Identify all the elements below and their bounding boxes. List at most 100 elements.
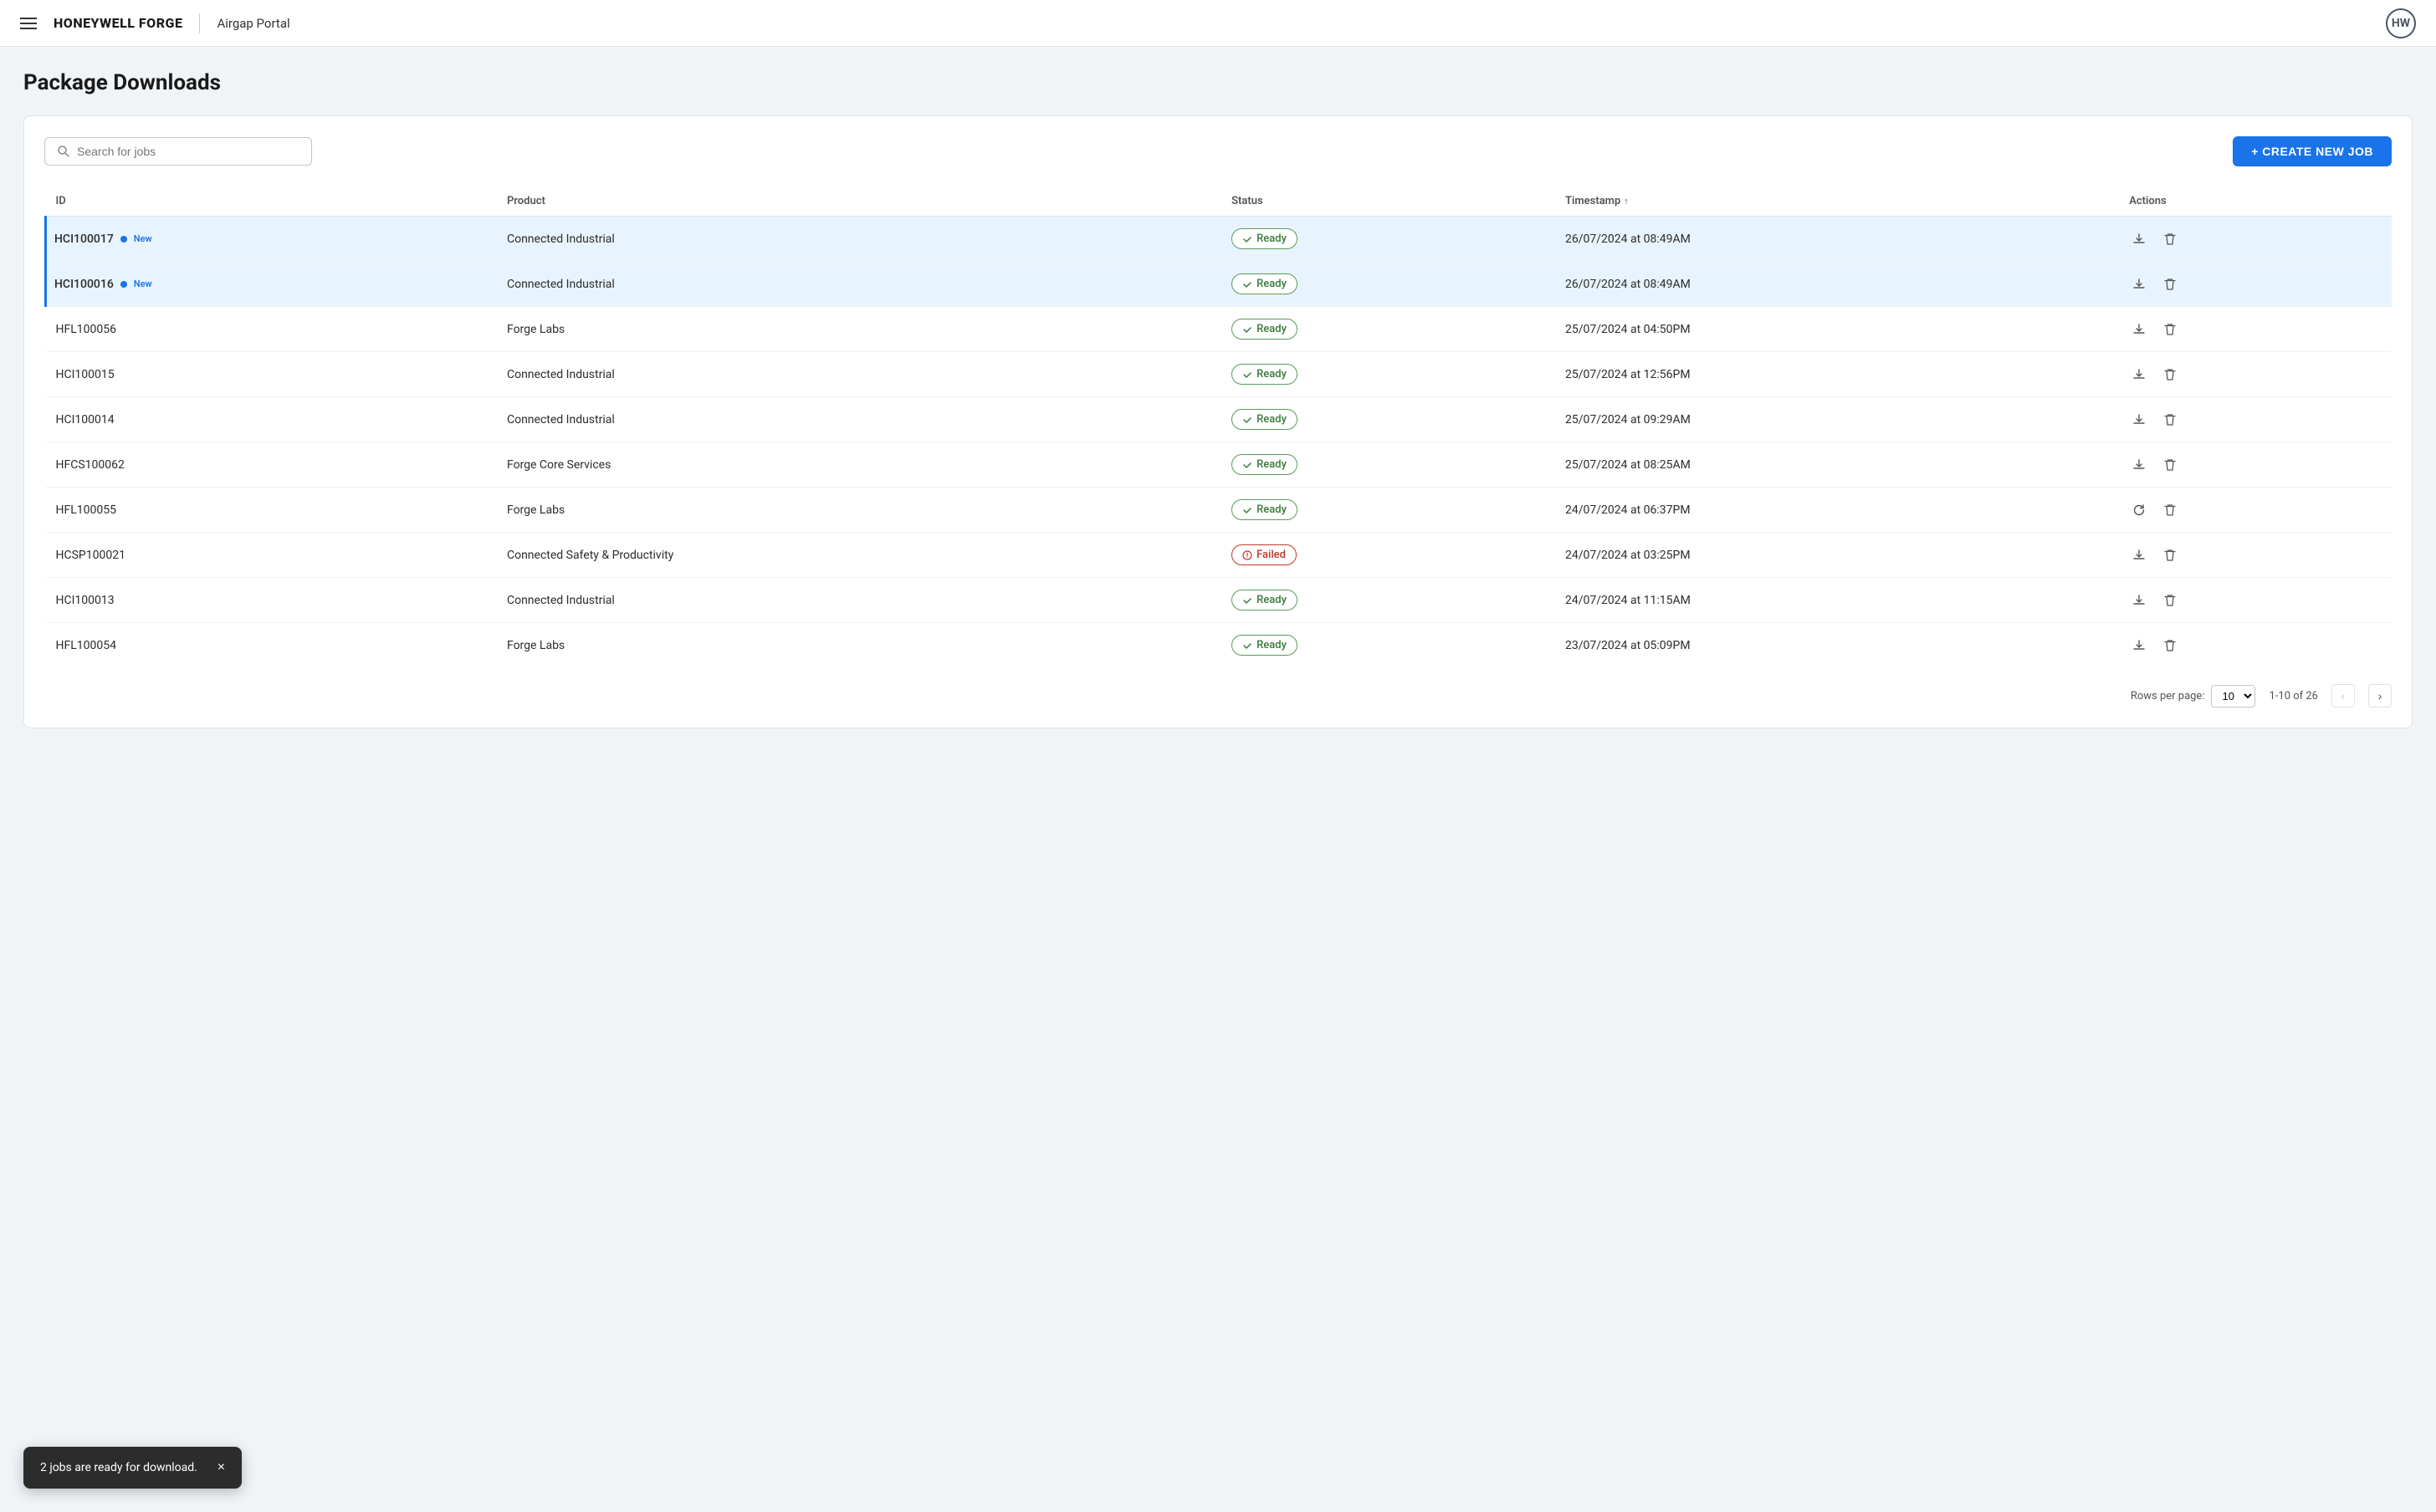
- id-value: HCI100015: [56, 368, 115, 381]
- download-icon: [2132, 549, 2146, 562]
- cell-timestamp: 25/07/2024 at 09:29AM: [1555, 397, 2119, 442]
- download-button[interactable]: [2129, 229, 2149, 249]
- delete-button[interactable]: [2161, 636, 2179, 656]
- id-value: HCI100016: [54, 278, 114, 291]
- download-icon: [2132, 594, 2146, 607]
- actions-container: [2129, 590, 2382, 610]
- cell-id: HFL100056: [46, 307, 497, 352]
- delete-button[interactable]: [2161, 365, 2179, 385]
- search-icon: [57, 145, 70, 158]
- download-icon: [2132, 368, 2146, 381]
- rows-per-page-select[interactable]: 10 25 50: [2211, 685, 2255, 707]
- table-row: HFL100056Forge LabsReady25/07/2024 at 04…: [46, 307, 2392, 352]
- check-icon: [1242, 595, 1252, 605]
- status-text: Ready: [1256, 413, 1287, 426]
- refresh-button[interactable]: [2129, 500, 2149, 520]
- download-icon: [2132, 639, 2146, 652]
- actions-container: [2129, 229, 2382, 249]
- cell-timestamp: 24/07/2024 at 06:37PM: [1555, 488, 2119, 533]
- brand-logo: HONEYWELL FORGE: [54, 15, 182, 31]
- col-status: Status: [1221, 186, 1555, 217]
- cell-id: HCI100016New: [46, 262, 497, 307]
- main-card: + CREATE NEW JOB ID Product Status Times…: [23, 115, 2413, 728]
- download-button[interactable]: [2129, 455, 2149, 475]
- status-badge: Ready: [1231, 454, 1297, 475]
- next-page-button[interactable]: ›: [2368, 684, 2392, 707]
- id-value: HCSP100021: [56, 549, 125, 562]
- toolbar: + CREATE NEW JOB: [44, 136, 2392, 166]
- delete-button[interactable]: [2161, 410, 2179, 430]
- status-badge: Ready: [1231, 319, 1297, 340]
- status-text: Ready: [1256, 594, 1287, 606]
- download-button[interactable]: [2129, 274, 2149, 294]
- rows-per-page-control: Rows per page: 10 25 50: [2131, 685, 2256, 707]
- actions-container: [2129, 410, 2382, 430]
- table-header-row: ID Product Status Timestamp ↑ Actions: [46, 186, 2392, 217]
- actions-container: [2129, 455, 2382, 475]
- search-input[interactable]: [77, 145, 299, 158]
- check-icon: [1242, 641, 1252, 651]
- rows-per-page-label: Rows per page:: [2131, 690, 2205, 702]
- check-icon: [1242, 415, 1252, 425]
- download-icon: [2132, 458, 2146, 472]
- status-text: Ready: [1256, 323, 1287, 335]
- check-icon: [1242, 370, 1252, 380]
- cell-product: Forge Labs: [497, 307, 1221, 352]
- table-row: HCI100013Connected IndustrialReady24/07/…: [46, 578, 2392, 623]
- sort-arrow-icon[interactable]: ↑: [1624, 196, 1629, 207]
- actions-container: [2129, 545, 2382, 565]
- download-icon: [2132, 323, 2146, 336]
- cell-product: Connected Industrial: [497, 217, 1221, 262]
- hamburger-menu-icon[interactable]: [20, 18, 37, 29]
- status-badge: Ready: [1231, 409, 1297, 430]
- status-badge: Ready: [1231, 364, 1297, 385]
- delete-button[interactable]: [2161, 590, 2179, 610]
- delete-icon: [2164, 639, 2176, 652]
- download-icon: [2132, 232, 2146, 246]
- cell-product: Connected Industrial: [497, 352, 1221, 397]
- download-button[interactable]: [2129, 636, 2149, 656]
- cell-product: Forge Labs: [497, 488, 1221, 533]
- delete-button[interactable]: [2161, 229, 2179, 249]
- status-text: Failed: [1256, 549, 1286, 561]
- id-value: HFL100054: [56, 639, 116, 652]
- actions-container: [2129, 319, 2382, 340]
- page-title: Package Downloads: [23, 70, 2413, 95]
- delete-button[interactable]: [2161, 455, 2179, 475]
- check-icon: [1242, 460, 1252, 470]
- table-row: HFCS100062Forge Core ServicesReady25/07/…: [46, 442, 2392, 488]
- download-button[interactable]: [2129, 365, 2149, 385]
- actions-container: [2129, 500, 2382, 520]
- download-button[interactable]: [2129, 319, 2149, 340]
- avatar[interactable]: HW: [2386, 8, 2416, 38]
- id-value: HCI100013: [56, 594, 115, 607]
- cell-product: Connected Safety & Productivity: [497, 533, 1221, 578]
- cell-actions: [2119, 262, 2392, 307]
- cell-status: Ready: [1221, 488, 1555, 533]
- col-id: ID: [46, 186, 497, 217]
- download-button[interactable]: [2129, 590, 2149, 610]
- jobs-table: ID Product Status Timestamp ↑ Actions HC…: [44, 186, 2392, 667]
- status-text: Ready: [1256, 458, 1287, 471]
- cell-product: Forge Labs: [497, 623, 1221, 668]
- cell-product: Forge Core Services: [497, 442, 1221, 488]
- create-new-job-button[interactable]: + CREATE NEW JOB: [2233, 136, 2392, 166]
- delete-button[interactable]: [2161, 319, 2179, 340]
- delete-button[interactable]: [2161, 545, 2179, 565]
- prev-page-button[interactable]: ‹: [2331, 684, 2355, 707]
- cell-product: Connected Industrial: [497, 397, 1221, 442]
- download-icon: [2132, 278, 2146, 291]
- table-row: HCI100014Connected IndustrialReady25/07/…: [46, 397, 2392, 442]
- status-badge: Ready: [1231, 228, 1297, 249]
- delete-icon: [2164, 278, 2176, 291]
- cell-status: Ready: [1221, 352, 1555, 397]
- search-box[interactable]: [44, 137, 312, 166]
- cell-timestamp: 26/07/2024 at 08:49AM: [1555, 262, 2119, 307]
- toast-close-button[interactable]: ×: [218, 1460, 225, 1475]
- delete-button[interactable]: [2161, 500, 2179, 520]
- cell-actions: [2119, 533, 2392, 578]
- download-button[interactable]: [2129, 410, 2149, 430]
- download-button[interactable]: [2129, 545, 2149, 565]
- download-icon: [2132, 413, 2146, 427]
- delete-button[interactable]: [2161, 274, 2179, 294]
